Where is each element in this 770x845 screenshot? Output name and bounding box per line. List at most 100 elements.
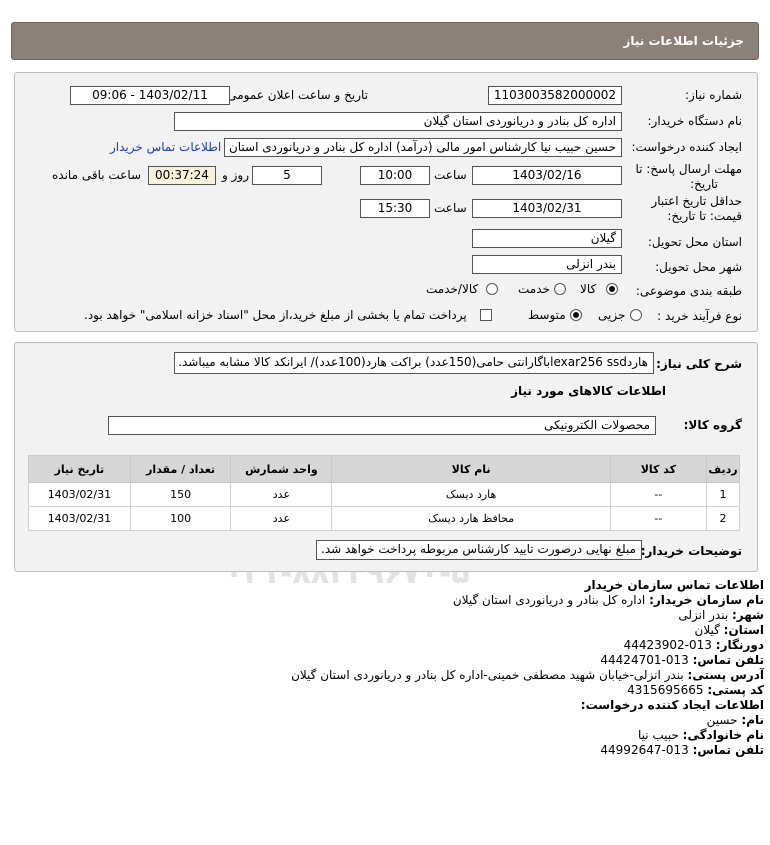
category-goods-service-label: کالا/خدمت [426,282,479,296]
creator-last-name-value: حبیب نیا [637,728,679,742]
remaining-label: ساعت باقی مانده [52,168,142,182]
cell-date: 1403/02/31 [28,482,131,507]
cell-code: -- [609,482,708,507]
contact-fax-line: دورنگار: 013-44423902 [624,638,764,652]
cell-code: -- [609,506,708,531]
validity-label-line2: قیمت: تا تاریخ: [667,209,742,223]
buyer-org-label: نام دستگاه خریدار: [647,114,743,128]
creator-label: ایجاد کننده درخواست: [631,140,742,154]
need-number-field[interactable]: 1103003582000002 [488,86,622,105]
category-service-label: خدمت [518,282,550,296]
category-goods-radio[interactable] [606,283,618,295]
process-medium-radio[interactable] [570,309,582,321]
contact-phone-line: تلفن تماس: 013-44424701 [600,653,764,667]
creator-last-name-line: نام خانوادگی: حبیب نیا [638,728,764,742]
table-row: 2 -- محافظ هارد دیسک عدد 100 1403/02/31 [28,506,740,531]
validity-date-field[interactable]: 1403/02/31 [472,199,622,218]
category-goods-service-radio[interactable] [486,283,498,295]
contact-address-label: آدرس پستی: [687,668,764,682]
cell-qty: 100 [129,506,232,531]
cell-unit: عدد [230,482,333,507]
validity-time-field[interactable]: 15:30 [360,199,430,218]
cell-date: 1403/02/31 [28,506,131,531]
remaining-time-field: 00:37:24 [148,166,216,185]
announce-field[interactable]: 1403/02/11 - 09:06 [70,86,230,105]
buyer-name-line: نام سازمان خریدار: اداره کل بنادر و دریا… [453,593,764,607]
contact-postal-label: کد پستی: [707,683,764,697]
creator-first-name-label: نام: [741,713,764,727]
col-code: کد کالا [609,455,708,483]
goods-group-field: محصولات الکترونیکی [108,416,656,435]
province-label: استان محل تحویل: [647,235,742,249]
validity-label-line1: حداقل تاریخ اعتبار [651,194,742,208]
description-field: هاردlexar256 ssdباگارانتی حامی(150عدد) ب… [174,352,654,374]
deadline-label-line1: مهلت ارسال پاسخ: تا [635,162,742,176]
col-row: ردیف [706,455,740,483]
city-label: شهر محل تحویل: [655,260,742,274]
cell-name: هارد دیسک [331,482,611,507]
process-type-label: نوع فرآیند خرید : [657,309,742,323]
creator-first-name-line: نام: حسین [707,713,764,727]
creator-field[interactable]: حسین حبیب نیا کارشناس امور مالی (درآمد) … [224,138,622,157]
contact-city-label: شهر: [732,608,764,622]
cell-row: 1 [706,482,740,507]
creator-last-name-label: نام خانوادگی: [682,728,764,742]
process-partial-radio[interactable] [630,309,642,321]
deadline-date-field[interactable]: 1403/02/16 [472,166,622,185]
contact-address-line: آدرس پستی: بندر انزلی-خیابان شهید مصطفی … [291,668,764,682]
deadline-time-label: ساعت [434,168,467,182]
contact-city-value: بندر انزلی [678,608,729,622]
creator-phone-value: 013-44992647 [600,743,689,757]
creator-phone-label: تلفن تماس: [692,743,764,757]
buyer-name-label: نام سازمان خریدار: [649,593,764,607]
need-number-label: شماره نیاز: [685,88,742,102]
validity-time-label: ساعت [434,201,467,215]
category-label: طبقه بندی موضوعی: [635,284,742,298]
goods-group-label: گروه کالا: [683,418,742,432]
contact-fax-label: دورنگار: [715,638,764,652]
process-partial-label: جزیی [598,308,626,322]
goods-table: ردیف کد کالا نام کالا واحد شمارش تعداد /… [28,455,740,531]
contact-province-label: استان: [723,623,764,637]
contact-phone-label: تلفن تماس: [692,653,764,667]
table-row: 1 -- هارد دیسک عدد 150 1403/02/31 [28,482,740,507]
announce-label: تاریخ و ساعت اعلان عمومی: [223,88,368,102]
treasury-payment-label: پرداخت تمام یا بخشی از مبلغ خرید،از محل … [84,308,467,322]
contact-phone-value: 013-44424701 [600,653,689,667]
col-name: نام کالا [331,455,611,483]
city-field[interactable]: بندر انزلی [472,255,622,274]
buyer-name-value: اداره کل بنادر و دریانوردی استان گیلان [452,593,646,607]
cell-qty: 150 [129,482,232,507]
contact-postal-line: کد پستی: 4315695665 [627,683,764,697]
province-field[interactable]: گیلان [472,229,622,248]
buyer-org-field[interactable]: اداره کل بنادر و دریانوردی استان گیلان [174,112,622,131]
contact-fax-value: 013-44423902 [623,638,712,652]
buyer-notes-label: توضیحات خریدار: [640,544,742,558]
days-label: روز و [222,168,249,182]
buyer-notes-field: مبلغ نهایی درصورت تایید کارشناس مربوطه پ… [316,540,642,560]
treasury-payment-checkbox[interactable] [480,309,492,321]
creator-phone-line: تلفن تماس: 013-44992647 [600,743,764,757]
deadline-label-line2: تاریخ: [690,177,718,191]
category-goods-label: کالا [580,282,597,296]
deadline-time-field[interactable]: 10:00 [360,166,430,185]
process-medium-label: متوسط [528,308,566,322]
creator-first-name-value: حسین [706,713,738,727]
page-header: جزئیات اطلاعات نیاز [11,22,759,60]
creator-contact-title: اطلاعات ایجاد کننده درخواست: [580,698,764,712]
col-qty: تعداد / مقدار [129,455,232,483]
contact-city-line: شهر: بندر انزلی [678,608,764,622]
col-unit: واحد شمارش [230,455,333,483]
cell-row: 2 [706,506,740,531]
contact-postal-value: 4315695665 [627,683,704,697]
category-service-radio[interactable] [554,283,566,295]
col-date: تاریخ نیاز [28,455,131,483]
goods-info-title: اطلاعات کالاهای مورد نیاز [511,384,666,398]
page-title: جزئیات اطلاعات نیاز [623,34,744,48]
buyer-contact-link[interactable]: اطلاعات تماس خریدار [110,140,221,154]
contact-province-value: گیلان [694,623,720,637]
cell-name: محافظ هارد دیسک [331,506,611,531]
description-label: شرح کلی نیاز: [656,357,742,371]
cell-unit: عدد [230,506,333,531]
days-field[interactable]: 5 [252,166,322,185]
